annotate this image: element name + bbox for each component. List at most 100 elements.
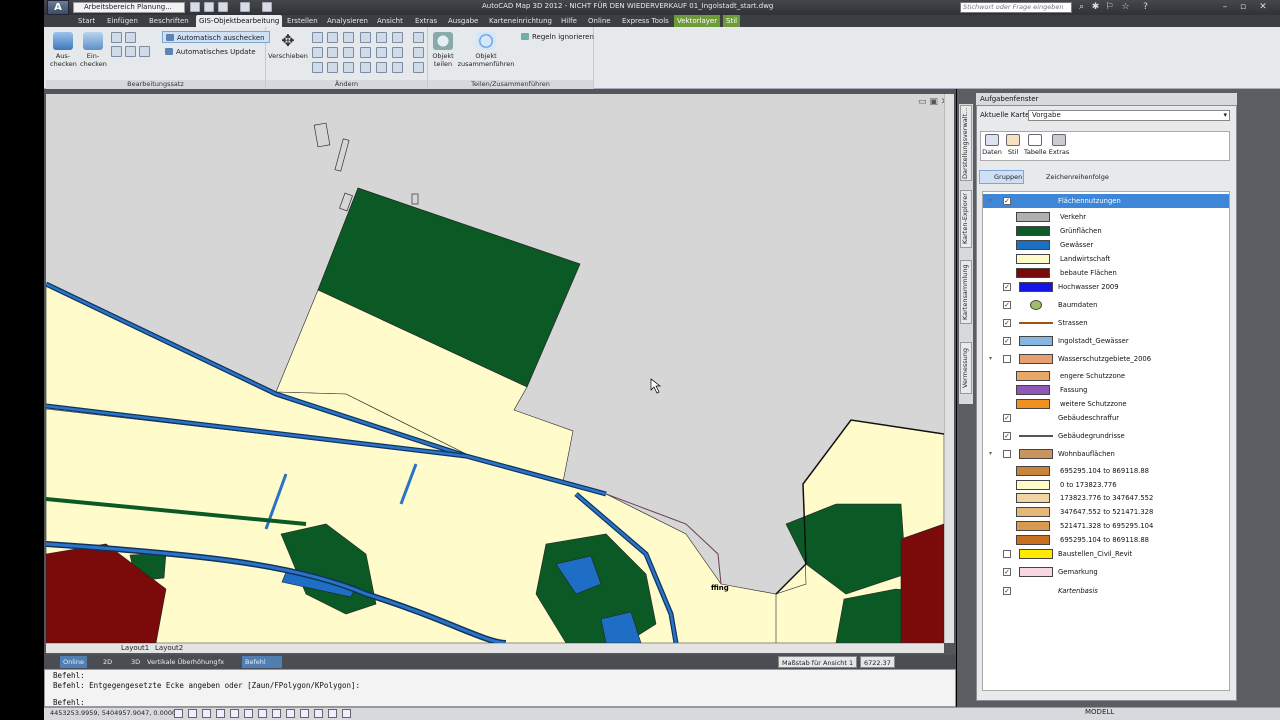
- tab-layout2[interactable]: Layout2: [152, 644, 186, 653]
- tabelle-button[interactable]: Tabelle: [1024, 134, 1047, 156]
- legend-entry[interactable]: 347647.552 to 521471.328: [983, 505, 1229, 519]
- vertical-scrollbar[interactable]: [944, 94, 954, 643]
- layer-visibility-checkbox[interactable]: ✓: [1003, 414, 1011, 422]
- 3dosnap-icon[interactable]: [244, 709, 253, 718]
- tab-ausgabe[interactable]: Ausgabe: [445, 15, 481, 27]
- legend-entry[interactable]: Gewässer: [983, 238, 1229, 252]
- legend-entry[interactable]: 695295.104 to 869118.88: [983, 464, 1229, 478]
- ellipse-icon[interactable]: [413, 32, 424, 43]
- tab-kartensammlung[interactable]: Kartensammlung: [960, 260, 972, 324]
- layer-row[interactable]: ✓ Ingolstadt_Gewässer: [983, 334, 1229, 348]
- layer-row[interactable]: ✓ Baumdaten: [983, 298, 1229, 312]
- layer-row[interactable]: ✓ Gebäudeschraffur: [983, 411, 1229, 425]
- copy-icon[interactable]: [376, 32, 387, 43]
- fx-button[interactable]: fx: [215, 656, 227, 668]
- vertex-icon[interactable]: [376, 47, 387, 58]
- ellipse-icon[interactable]: [413, 47, 424, 58]
- join-icon[interactable]: [360, 47, 371, 58]
- tab-ansicht[interactable]: Ansicht: [374, 15, 406, 27]
- triangle-icon[interactable]: [312, 47, 323, 58]
- gruppen-button[interactable]: Gruppen: [979, 170, 1024, 184]
- legend-entry[interactable]: 173823.776 to 347647.552: [983, 491, 1229, 505]
- diamond-icon[interactable]: [392, 62, 403, 73]
- auschecken-button[interactable]: Aus- checken: [50, 32, 77, 68]
- undo-icon[interactable]: [240, 2, 250, 12]
- building-outline[interactable]: [334, 138, 350, 172]
- fillet-icon[interactable]: [392, 47, 403, 58]
- tab-stil[interactable]: Stil: [723, 15, 741, 27]
- einchecken-button[interactable]: Ein- checken: [80, 32, 107, 68]
- bebaute-flaeche-polygon[interactable]: [900, 523, 944, 643]
- stil-button[interactable]: Stil: [1002, 134, 1024, 156]
- building-outline[interactable]: [313, 122, 331, 148]
- layer-row[interactable]: ✓ Gebäudegrundrisse: [983, 429, 1229, 443]
- scale-input[interactable]: 6722.37: [860, 656, 895, 668]
- redo-icon[interactable]: [262, 2, 272, 12]
- extras-button[interactable]: Extras: [1048, 134, 1070, 156]
- polar-icon[interactable]: [216, 709, 225, 718]
- legend-entry[interactable]: Landwirtschaft: [983, 252, 1229, 266]
- grid-icon[interactable]: [188, 709, 197, 718]
- tab-extras[interactable]: Extras: [412, 15, 440, 27]
- tab-darstellungsverwaltung[interactable]: Darstellungsverwalt...: [960, 105, 972, 181]
- layer-visibility-checkbox[interactable]: ✓: [1003, 301, 1011, 309]
- automatisches-update-toggle[interactable]: Automatisches Update: [162, 46, 260, 58]
- edit-set-icon[interactable]: [139, 46, 150, 57]
- triangle-icon[interactable]: [327, 47, 338, 58]
- tab-start[interactable]: Start: [75, 15, 98, 27]
- new-icon[interactable]: [190, 2, 200, 12]
- selection-cycling-icon[interactable]: [342, 709, 351, 718]
- open-icon[interactable]: [204, 2, 214, 12]
- quickprops-icon[interactable]: [328, 709, 337, 718]
- layer-visibility-checkbox[interactable]: [1003, 550, 1011, 558]
- minimize-icon[interactable]: –: [1218, 1, 1232, 13]
- edit-set-icon[interactable]: [111, 32, 122, 43]
- tab-express-tools[interactable]: Express Tools: [619, 15, 672, 27]
- layer-visibility-checkbox[interactable]: ✓: [1003, 587, 1011, 595]
- layer-visibility-checkbox[interactable]: ✓: [1003, 283, 1011, 291]
- rectangle-icon[interactable]: [360, 62, 371, 73]
- transparency-icon[interactable]: [314, 709, 323, 718]
- verschieben-button[interactable]: ✥ Verschieben: [268, 32, 308, 61]
- ducs-icon[interactable]: [272, 709, 281, 718]
- command-line[interactable]: Befehl: Befehl: Entgegengesetzte Ecke an…: [44, 669, 956, 707]
- regeln-ignorieren-button[interactable]: Regeln ignorieren: [518, 31, 598, 43]
- legend-entry[interactable]: 695295.104 to 869118.88: [983, 533, 1229, 547]
- tab-karten-explorer[interactable]: Karten-Explorer: [960, 190, 972, 248]
- layer-visibility-checkbox[interactable]: ✓: [1003, 319, 1011, 327]
- model-space-label[interactable]: MODELL: [1085, 708, 1114, 716]
- legend-entry[interactable]: engere Schutzzone: [983, 369, 1229, 383]
- save-icon[interactable]: [218, 2, 228, 12]
- legend-entry[interactable]: weitere Schutzzone: [983, 397, 1229, 411]
- map-drawing-area[interactable]: ffing: [46, 94, 944, 643]
- tab-erstellen[interactable]: Erstellen: [284, 15, 321, 27]
- edit-set-icon[interactable]: [125, 46, 136, 57]
- objekt-zusammenfuehren-button[interactable]: Objekt zusammenführen: [456, 32, 516, 68]
- expand-icon[interactable]: ▾: [989, 194, 992, 208]
- application-menu-button[interactable]: A: [47, 0, 69, 15]
- tab-gis-objektbearbeitung[interactable]: GIS-Objektbearbeitung: [196, 15, 283, 27]
- ellipse-icon[interactable]: [413, 62, 424, 73]
- scale-icon[interactable]: [343, 32, 354, 43]
- automatisch-auschecken-toggle[interactable]: Automatisch auschecken: [162, 31, 270, 43]
- tab-vektorlayer[interactable]: Vektorlayer: [674, 15, 721, 27]
- snap-icon[interactable]: [174, 709, 183, 718]
- tab-analysieren[interactable]: Analysieren: [324, 15, 371, 27]
- communication-icon[interactable]: ⚐: [1104, 2, 1115, 13]
- tab-karteneinrichtung[interactable]: Karteneinrichtung: [486, 15, 555, 27]
- zeichenreihenfolge-button[interactable]: Zeichenreihenfolge: [1032, 170, 1109, 184]
- layer-row[interactable]: ✓ Hochwasser 2009: [983, 280, 1229, 294]
- daten-button[interactable]: Daten: [981, 134, 1003, 156]
- layer-row[interactable]: ✓ Gemarkung: [983, 565, 1229, 579]
- current-map-select[interactable]: Vorgabe: [1028, 110, 1230, 121]
- layer-row[interactable]: Baustellen_Civil_Revit: [983, 547, 1229, 561]
- dyn-icon[interactable]: [286, 709, 295, 718]
- line-icon[interactable]: [312, 62, 323, 73]
- layer-row[interactable]: ✓ Kartenbasis: [983, 584, 1229, 598]
- offset-icon[interactable]: [343, 47, 354, 58]
- edit-set-icon[interactable]: [111, 46, 122, 57]
- workspace-select[interactable]: Arbeitsbereich Planung...: [73, 2, 185, 13]
- 2d-button[interactable]: 2D: [100, 656, 115, 668]
- expand-icon[interactable]: ▾: [989, 447, 992, 461]
- tab-online[interactable]: Online: [585, 15, 614, 27]
